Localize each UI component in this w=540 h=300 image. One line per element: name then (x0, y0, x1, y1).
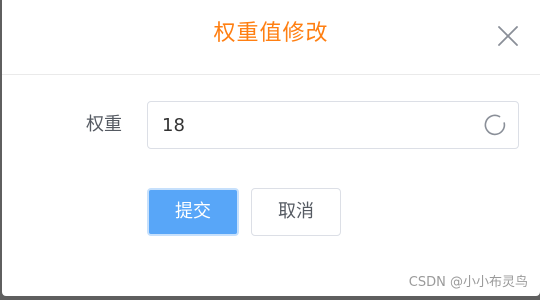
weight-edit-dialog: 权重值修改 权重 提交 取消 CSDN @小小布灵鸟 (2, 0, 540, 296)
loading-spinner-icon (484, 114, 506, 136)
weight-input[interactable] (162, 102, 472, 148)
weight-input-wrapper[interactable] (147, 101, 519, 149)
cancel-button[interactable]: 取消 (251, 188, 341, 236)
weight-form-row: 权重 (2, 101, 540, 149)
dialog-header: 权重值修改 (2, 0, 540, 75)
submit-button[interactable]: 提交 (147, 188, 239, 236)
close-button[interactable] (496, 24, 520, 48)
weight-label: 权重 (86, 114, 122, 135)
watermark-text: CSDN @小小布灵鸟 (408, 275, 528, 290)
dialog-title: 权重值修改 (213, 21, 329, 46)
close-icon (498, 26, 518, 46)
